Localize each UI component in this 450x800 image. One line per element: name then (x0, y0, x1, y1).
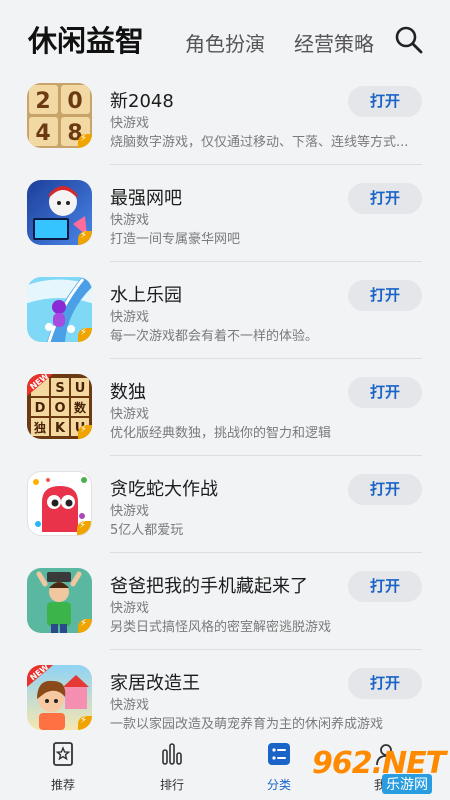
game-type: 快游戏 (110, 504, 150, 519)
open-button[interactable]: 打开 (348, 377, 422, 408)
game-list: 2 0 4 8 新2048 快游戏 烧脑数字游戏，仅仅通过移动、下落、连线等方式… (0, 68, 450, 734)
game-2048-icon[interactable]: 2 0 4 8 (27, 83, 92, 148)
list-item[interactable]: S U D 数 O K 独 U NEW 数独 快游戏 优化版经典数独，挑战你的智… (0, 359, 450, 456)
tile-text: D (35, 401, 46, 416)
game-type: 快游戏 (110, 601, 150, 616)
game-description: 优化版经典数独，挑战你的智力和逻辑 (110, 426, 332, 441)
tile-text: K (55, 421, 66, 436)
nav-ranking[interactable]: 排行 (137, 742, 207, 793)
game-description: 打造一间专属豪华网吧 (110, 232, 241, 247)
tile-text: U (75, 381, 86, 396)
nav-label: 分类 (266, 778, 291, 792)
tab-role-playing[interactable]: 角色扮演 (185, 28, 265, 57)
game-description: 5亿人都爱玩 (110, 523, 184, 538)
tab-casual-puzzle[interactable]: 休闲益智 (28, 18, 144, 60)
open-button[interactable]: 打开 (348, 280, 422, 311)
quick-game-badge-icon (78, 715, 92, 730)
star-card-icon (53, 742, 73, 766)
internet-cafe-game-icon[interactable] (27, 180, 92, 245)
bar-chart-icon (162, 743, 182, 765)
quick-game-badge-icon (78, 327, 92, 342)
game-title: 最强网吧 (110, 188, 182, 209)
watermark-subtext: 乐游网 (382, 774, 432, 794)
game-title: 爸爸把我的手机藏起来了 (110, 576, 308, 597)
open-button[interactable]: 打开 (348, 86, 422, 117)
quick-game-badge-icon (78, 424, 92, 439)
tile-text: 2 (35, 89, 50, 114)
list-item[interactable]: NEW 家居改造王 快游戏 一款以家园改造及萌宠养育为主的休闲养成游戏 打开 (0, 650, 450, 734)
quick-game-badge-icon (78, 133, 92, 148)
game-title: 家居改造王 (110, 673, 200, 694)
game-description: 另类日式搞怪风格的密室解密逃脱游戏 (110, 620, 332, 635)
list-item[interactable]: 爸爸把我的手机藏起来了 快游戏 另类日式搞怪风格的密室解密逃脱游戏 打开 (0, 553, 450, 650)
tile-text: S (55, 381, 64, 396)
home-renovation-game-icon[interactable]: NEW (27, 665, 92, 730)
tile-text: 0 (67, 89, 82, 114)
game-type: 快游戏 (110, 213, 150, 228)
game-description: 烧脑数字游戏，仅仅通过移动、下落、连线等方式... (110, 135, 409, 150)
watermark-logo: 962.NET 乐游网 (312, 744, 447, 796)
list-icon (268, 743, 290, 765)
game-type: 快游戏 (110, 116, 150, 131)
nav-category[interactable]: 分类 (244, 742, 314, 793)
tile-text: 独 (33, 420, 46, 435)
game-type: 快游戏 (110, 407, 150, 422)
open-button[interactable]: 打开 (348, 474, 422, 505)
game-title: 水上乐园 (110, 285, 182, 306)
tab-management-strategy[interactable]: 经营策略 (294, 28, 386, 57)
list-item[interactable]: 2 0 4 8 新2048 快游戏 烧脑数字游戏，仅仅通过移动、下落、连线等方式… (0, 68, 450, 165)
game-title: 新2048 (110, 91, 174, 112)
list-item[interactable]: 水上乐园 快游戏 每一次游戏都会有着不一样的体验。 打开 (0, 262, 450, 359)
game-type: 快游戏 (110, 698, 150, 713)
hidden-phone-game-icon[interactable] (27, 568, 92, 633)
nav-recommend[interactable]: 推荐 (28, 742, 98, 793)
game-title: 数独 (110, 382, 146, 403)
snake-game-icon[interactable] (27, 471, 92, 536)
sudoku-game-icon[interactable]: S U D 数 O K 独 U NEW (27, 374, 92, 439)
open-button[interactable]: 打开 (348, 668, 422, 699)
nav-label: 排行 (159, 778, 184, 792)
game-description: 一款以家园改造及萌宠养育为主的休闲养成游戏 (110, 717, 384, 732)
open-button[interactable]: 打开 (348, 571, 422, 602)
tile-text: O (54, 401, 65, 416)
quick-game-badge-icon (78, 618, 92, 633)
game-description: 每一次游戏都会有着不一样的体验。 (110, 329, 319, 344)
list-item[interactable]: 最强网吧 快游戏 打造一间专属豪华网吧 打开 (0, 165, 450, 262)
water-park-game-icon[interactable] (27, 277, 92, 342)
open-button[interactable]: 打开 (348, 183, 422, 214)
quick-game-badge-icon (78, 230, 92, 245)
search-icon[interactable] (393, 24, 425, 56)
tile-text: 4 (35, 121, 50, 146)
list-item[interactable]: 贪吃蛇大作战 快游戏 5亿人都爱玩 打开 (0, 456, 450, 553)
game-title: 贪吃蛇大作战 (110, 479, 218, 500)
tile-text: 数 (74, 400, 87, 415)
nav-label: 推荐 (50, 778, 75, 792)
game-type: 快游戏 (110, 310, 150, 325)
quick-game-badge-icon (77, 520, 91, 535)
